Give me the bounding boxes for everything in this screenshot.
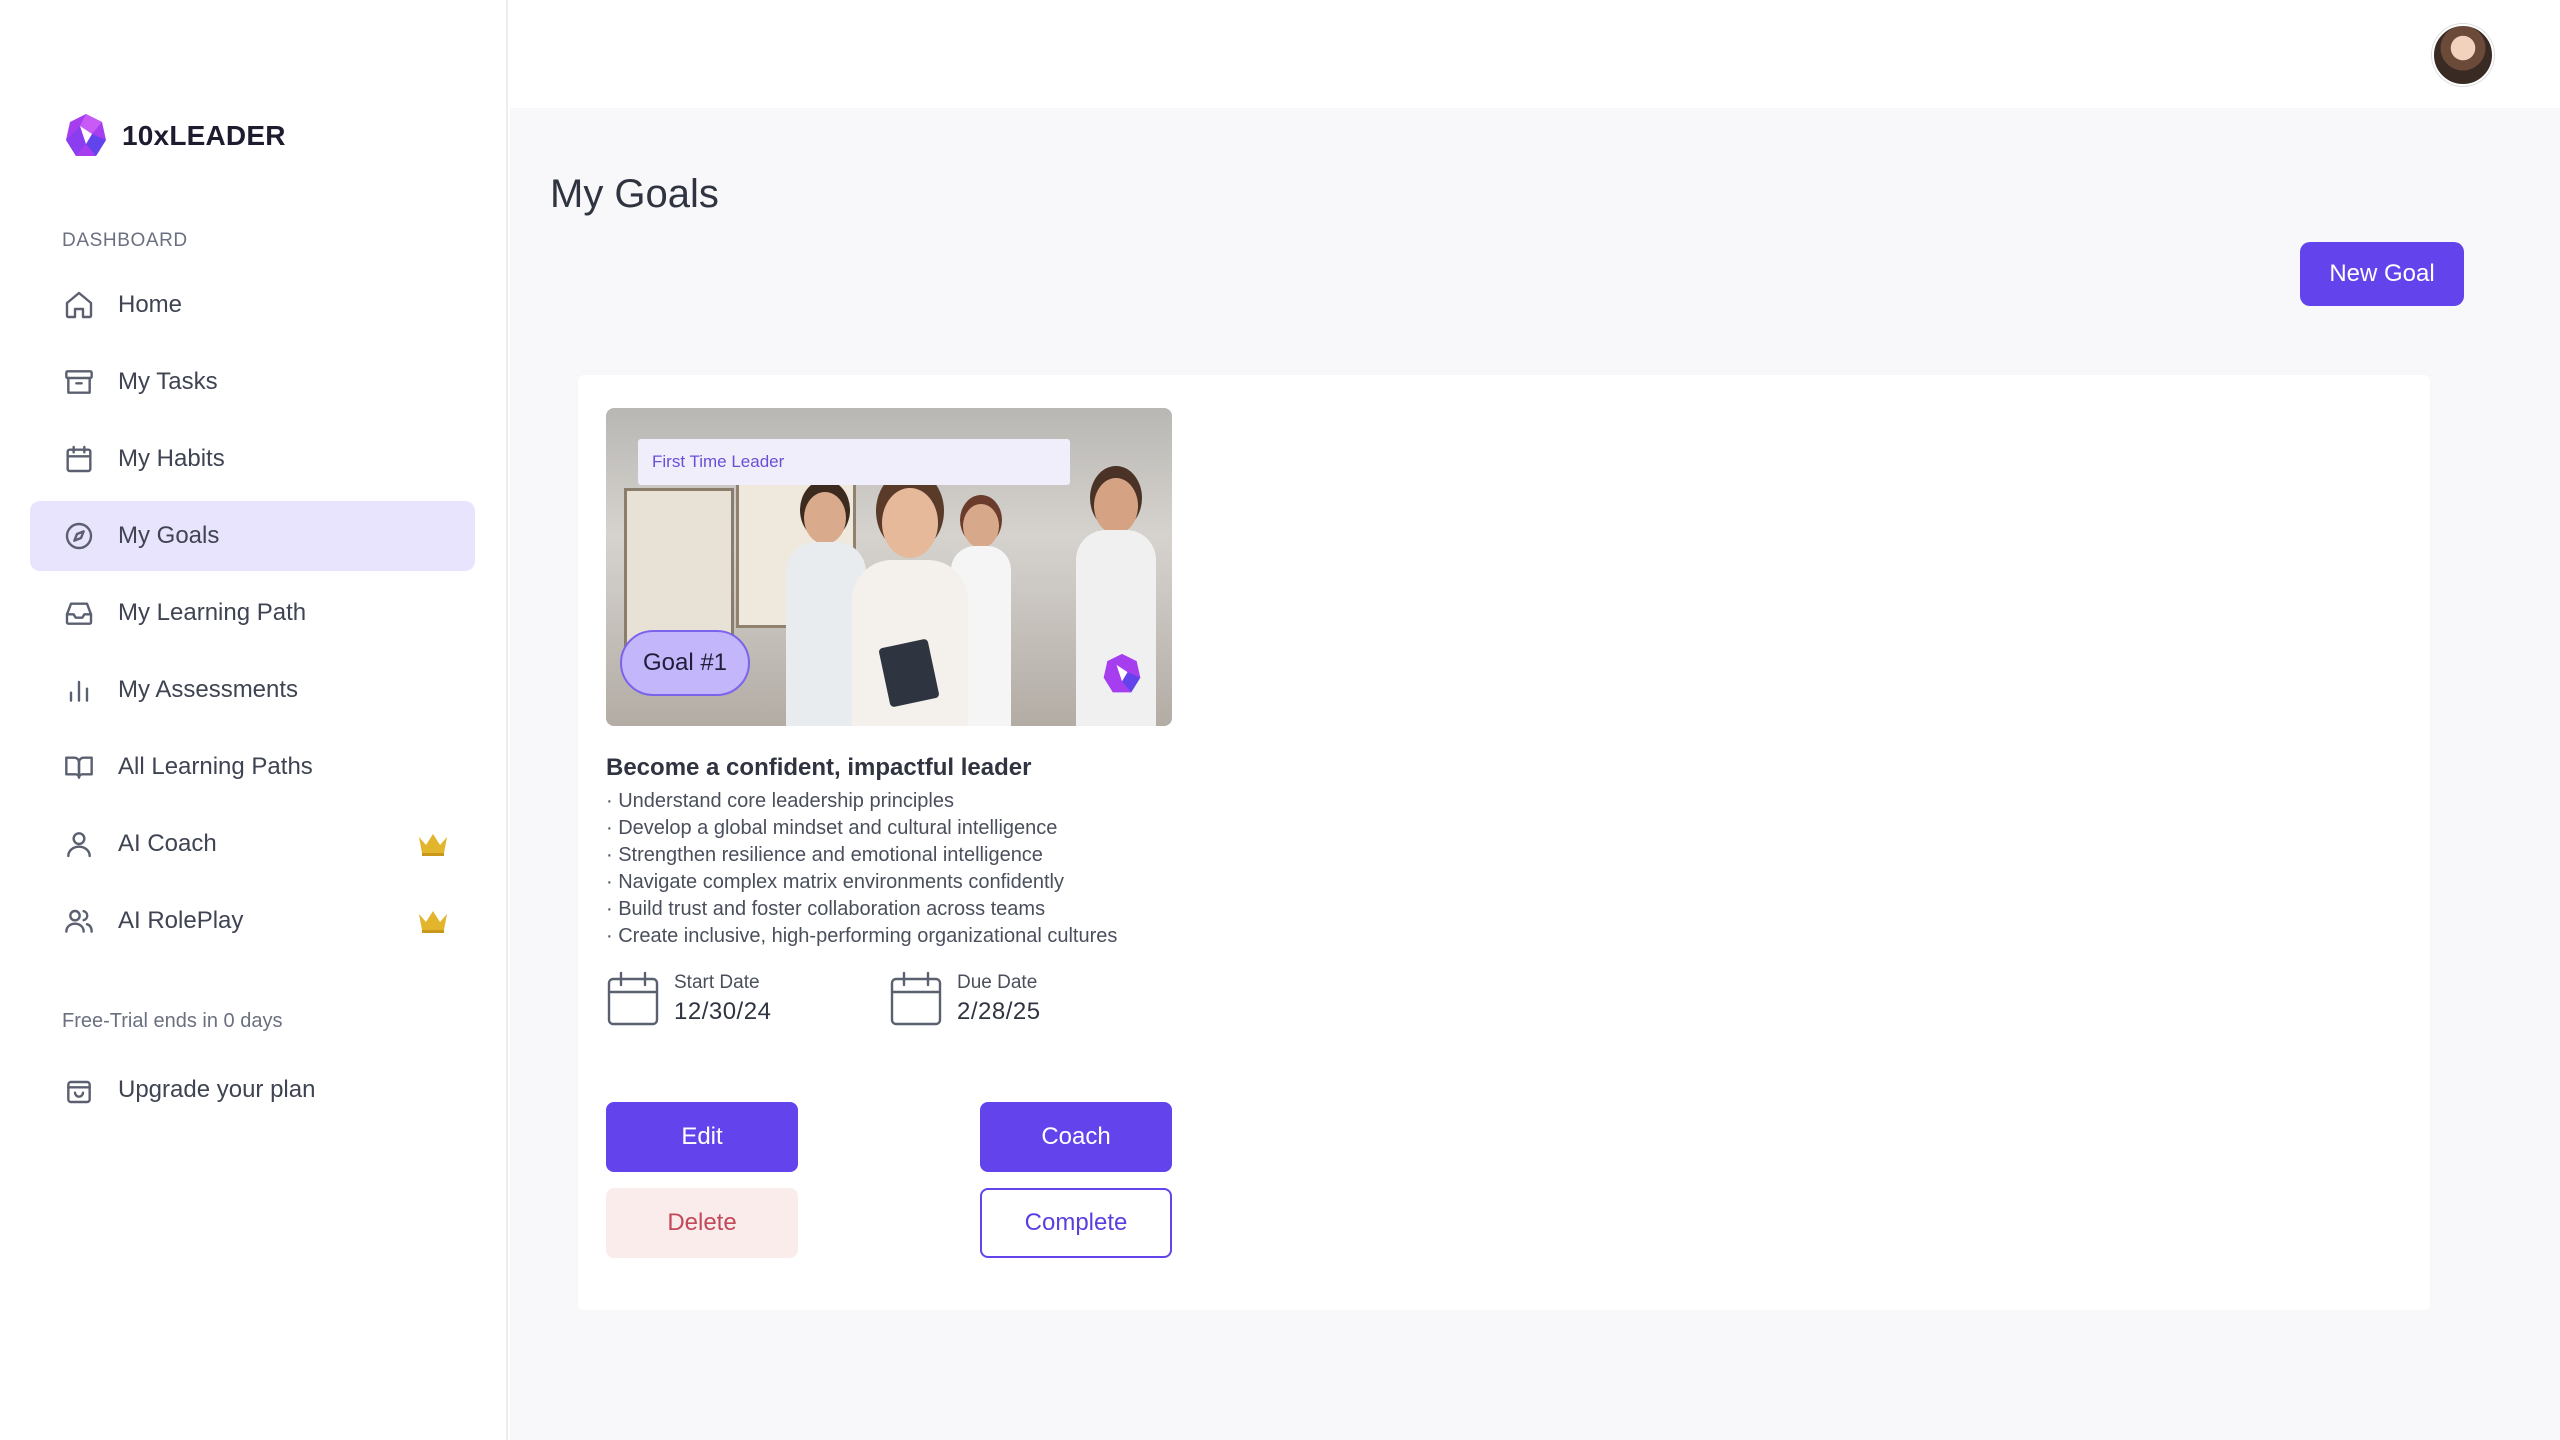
coach-button[interactable]: Coach <box>980 1102 1172 1172</box>
photo-person-main <box>844 478 974 726</box>
goal-objective: · Navigate complex matrix environments c… <box>606 871 1064 893</box>
goals-panel: First Time Leader Goal #1 Become a confi… <box>578 375 2430 1310</box>
archive-icon <box>62 365 96 399</box>
book-icon <box>62 750 96 784</box>
calendar-icon <box>607 971 659 1026</box>
top-bar <box>510 0 2560 108</box>
logo-icon <box>1103 653 1141 693</box>
brand-name: 10xLEADER <box>122 120 286 151</box>
sidebar-item-my-goals[interactable]: My Goals <box>30 501 475 571</box>
users-icon <box>62 904 96 938</box>
complete-button[interactable]: Complete <box>980 1188 1172 1258</box>
upgrade-plan-area: Upgrade your plan <box>30 1055 475 1132</box>
sidebar-item-label: My Tasks <box>118 368 218 395</box>
goal-card: First Time Leader Goal #1 Become a confi… <box>606 408 1172 1262</box>
page-title: My Goals <box>550 172 719 216</box>
app-root: 10xLEADER DASHBOARD Home My Tasks My Hab… <box>0 0 2560 1440</box>
dashboard-section-label: DASHBOARD <box>62 230 188 251</box>
user-icon <box>62 827 96 861</box>
sidebar-item-all-learning-paths[interactable]: All Learning Paths <box>30 732 475 802</box>
goal-title: Become a confident, impactful leader <box>606 754 1032 781</box>
start-date-label: Start Date <box>674 972 760 993</box>
sidebar-item-my-habits[interactable]: My Habits <box>30 424 475 494</box>
due-date-value: 2/28/25 <box>957 998 1041 1025</box>
sidebar-item-my-assessments[interactable]: My Assessments <box>30 655 475 725</box>
due-date-label: Due Date <box>957 972 1038 993</box>
sidebar-item-ai-coach[interactable]: AI Coach <box>30 809 475 879</box>
compass-icon <box>62 519 96 553</box>
sidebar: 10xLEADER DASHBOARD Home My Tasks My Hab… <box>0 0 508 1440</box>
goal-objective: · Understand core leadership principles <box>606 790 954 812</box>
goal-category-tag: First Time Leader <box>638 439 1070 485</box>
delete-button[interactable]: Delete <box>606 1188 798 1258</box>
shopping-bag-icon <box>62 1073 96 1107</box>
sidebar-item-label: AI Coach <box>118 830 217 857</box>
goal-objective: · Create inclusive, high-performing orga… <box>606 925 1118 947</box>
sidebar-item-label: All Learning Paths <box>118 753 313 780</box>
crown-icon <box>419 834 447 856</box>
start-date-value: 12/30/24 <box>674 998 772 1025</box>
sidebar-item-home[interactable]: Home <box>30 270 475 340</box>
goal-objective: · Strengthen resilience and emotional in… <box>606 844 1043 866</box>
crown-icon <box>419 911 447 933</box>
due-date-block: Due Date 2/28/25 <box>889 968 1172 1030</box>
sidebar-item-label: My Assessments <box>118 676 299 703</box>
goal-cover-image: First Time Leader Goal #1 <box>606 408 1172 726</box>
inbox-icon <box>62 596 96 630</box>
goal-objective: · Develop a global mindset and cultural … <box>606 817 1058 839</box>
sidebar-item-my-tasks[interactable]: My Tasks <box>30 347 475 417</box>
sidebar-item-label: My Goals <box>118 522 220 549</box>
start-date-block: Start Date 12/30/24 <box>606 968 889 1030</box>
home-icon <box>62 288 96 322</box>
sidebar-item-label: AI RolePlay <box>118 907 244 934</box>
calendar-icon <box>890 971 942 1026</box>
bar-chart-icon <box>62 673 96 707</box>
trial-status-text: Free-Trial ends in 0 days <box>62 1010 283 1032</box>
sidebar-item-label: My Habits <box>118 445 225 472</box>
sidebar-item-my-learning-path[interactable]: My Learning Path <box>30 578 475 648</box>
main-content: My Goals New Goal First Time Leader Goal… <box>510 0 2560 1440</box>
goal-objective: · Build trust and foster collaboration a… <box>606 898 1046 920</box>
sidebar-item-label: My Learning Path <box>118 599 307 626</box>
calendar-icon <box>62 442 96 476</box>
sidebar-item-label: Home <box>118 291 183 318</box>
goal-dates: Start Date 12/30/24 Due Date 2/28/25 <box>606 968 1172 1030</box>
brand-logo[interactable]: 10xLEADER <box>62 112 286 160</box>
logo-icon <box>66 114 106 156</box>
sidebar-nav: Home My Tasks My Habits My Goals My Lear… <box>30 270 475 963</box>
sidebar-item-label: Upgrade your plan <box>118 1076 316 1103</box>
sidebar-item-ai-roleplay[interactable]: AI RolePlay <box>30 886 475 956</box>
goal-number-badge: Goal #1 <box>620 630 750 696</box>
sidebar-item-upgrade-plan[interactable]: Upgrade your plan <box>30 1055 475 1125</box>
new-goal-button[interactable]: New Goal <box>2300 242 2464 306</box>
edit-button[interactable]: Edit <box>606 1102 798 1172</box>
user-avatar[interactable] <box>2432 24 2494 86</box>
goal-actions: Edit Coach Delete Complete <box>606 1102 1172 1262</box>
goal-objectives-list: · Understand core leadership principles … <box>606 788 1172 950</box>
